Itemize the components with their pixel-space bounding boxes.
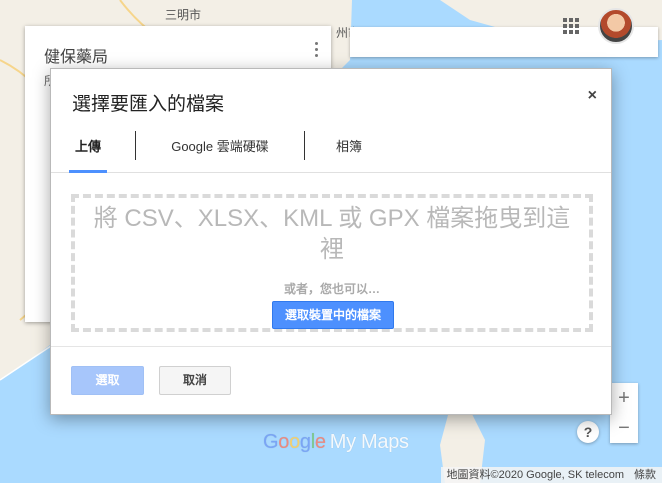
- terms-link[interactable]: 條款: [634, 469, 656, 481]
- more-options-icon[interactable]: [315, 42, 319, 58]
- google-my-maps-logo: Google My Maps: [263, 431, 409, 453]
- map-title[interactable]: 健保藥局: [44, 43, 108, 67]
- cancel-button[interactable]: 取消: [159, 366, 231, 395]
- zoom-out-button[interactable]: −: [610, 413, 638, 443]
- tab-upload[interactable]: 上傳: [69, 129, 107, 173]
- import-file-dialog: 選擇要匯入的檔案 × 上傳 Google 雲端硬碟 相簿 將 CSV、XLSX、…: [50, 68, 612, 415]
- city-label-sanming: 三明市: [165, 8, 202, 22]
- select-button[interactable]: 選取: [71, 366, 144, 395]
- tab-album[interactable]: 相簿: [329, 129, 369, 173]
- select-file-from-device-button[interactable]: 選取裝置中的檔案: [272, 301, 394, 329]
- footer-divider: [51, 346, 611, 347]
- drop-instructions: 將 CSV、XLSX、KML 或 GPX 檔案拖曳到這裡: [93, 205, 571, 263]
- help-icon[interactable]: ?: [577, 421, 599, 443]
- tab-divider: [135, 131, 136, 160]
- avatar[interactable]: [598, 8, 634, 44]
- zoom-in-button[interactable]: +: [610, 383, 638, 413]
- alternative-text: 或者，您也可以…: [283, 282, 380, 296]
- close-icon[interactable]: ×: [588, 87, 597, 105]
- map-attribution: 地圖資料©2020 Google, SK telecom 條款: [440, 467, 662, 483]
- zoom-control: + −: [610, 383, 638, 443]
- file-drop-zone[interactable]: 將 CSV、XLSX、KML 或 GPX 檔案拖曳到這裡 或者，您也可以… 選取…: [71, 194, 593, 332]
- attribution-text: 地圖資料©2020 Google, SK telecom: [446, 469, 624, 481]
- apps-grid-icon[interactable]: [563, 18, 579, 34]
- dialog-title: 選擇要匯入的檔案: [72, 94, 225, 115]
- tab-divider: [304, 131, 305, 160]
- tab-google-drive[interactable]: Google 雲端硬碟: [160, 129, 280, 173]
- source-tabs: 上傳 Google 雲端硬碟 相簿: [51, 129, 611, 173]
